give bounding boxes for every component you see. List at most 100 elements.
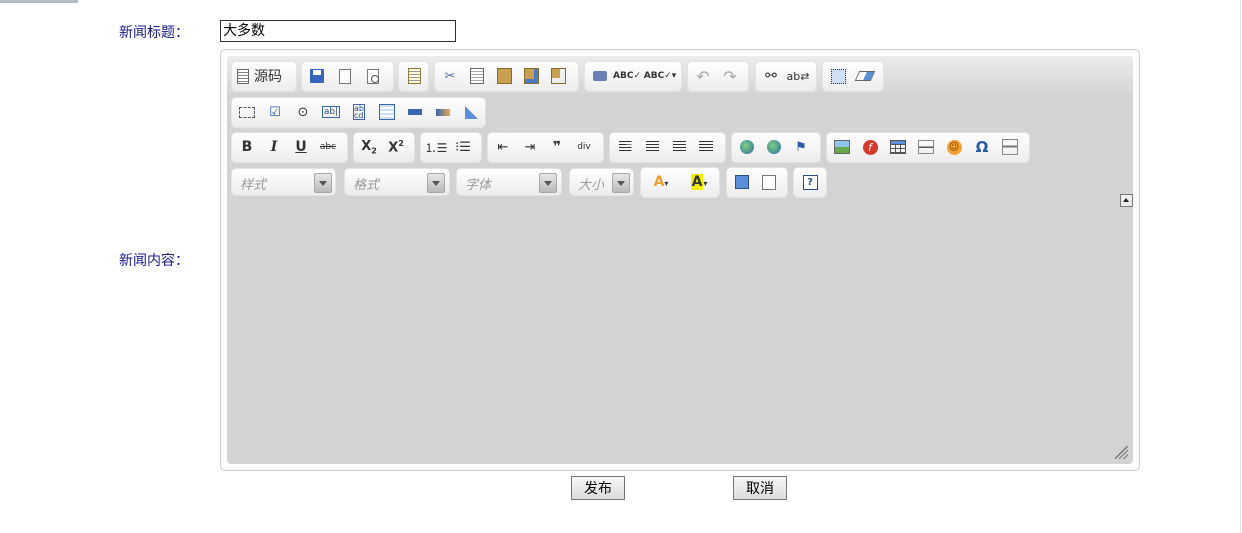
- select-all-icon: [830, 68, 846, 84]
- size-dropdown-arrow-icon: [612, 173, 630, 193]
- toolbar-group-find: ⚯ ab⇄: [756, 62, 816, 91]
- find-button[interactable]: ⚯: [760, 65, 782, 87]
- replace-button[interactable]: ab⇄: [787, 65, 810, 87]
- textarea-button[interactable]: ab cd: [348, 101, 370, 123]
- toolbar-group-forms: ☑ ⊙ ab| ab cd: [232, 98, 485, 127]
- size-combo[interactable]: 大小: [570, 169, 633, 195]
- news-content-label: 新闻内容：: [119, 253, 189, 269]
- image-button-field-button[interactable]: [432, 101, 454, 123]
- cancel-button[interactable]: 取消: [733, 476, 787, 500]
- align-right-button[interactable]: [668, 136, 690, 158]
- style-combo[interactable]: 样式: [232, 169, 335, 195]
- print-button[interactable]: [589, 65, 611, 87]
- flash-icon: f: [862, 139, 878, 155]
- image-button[interactable]: [831, 136, 853, 158]
- preview-icon: [367, 68, 379, 84]
- checkbox-button[interactable]: ☑: [264, 101, 286, 123]
- underline-button[interactable]: U: [290, 136, 312, 158]
- toolbar-group-align: [610, 133, 725, 162]
- undo-button[interactable]: ↶: [692, 65, 714, 87]
- format-combo-label: 格式: [353, 178, 380, 193]
- background-color-button[interactable]: A▾: [683, 171, 715, 193]
- flash-button[interactable]: f: [859, 136, 881, 158]
- maximize-button[interactable]: [731, 171, 753, 193]
- templates-icon: [407, 68, 421, 84]
- paste-text-icon: [523, 68, 539, 84]
- collapse-toolbar-button[interactable]: [1120, 194, 1133, 207]
- smiley-button[interactable]: ☺: [943, 136, 965, 158]
- new-page-button[interactable]: [334, 65, 356, 87]
- about-button[interactable]: ?: [799, 171, 821, 193]
- subscript-button[interactable]: X2: [358, 136, 380, 158]
- button-field-icon: [408, 109, 422, 115]
- radio-icon: ⊙: [297, 104, 309, 120]
- link-button[interactable]: [736, 136, 758, 158]
- resize-grip-icon[interactable]: [1115, 446, 1128, 459]
- copy-button[interactable]: [466, 65, 488, 87]
- table-button[interactable]: [887, 136, 909, 158]
- select-field-button[interactable]: [376, 101, 398, 123]
- strikethrough-button[interactable]: abc: [317, 136, 339, 158]
- news-title-input[interactable]: [220, 20, 456, 42]
- special-char-button[interactable]: Ω: [971, 136, 993, 158]
- toolbar-group-links: ⚑: [732, 133, 820, 162]
- font-combo[interactable]: 字体: [457, 169, 561, 195]
- cut-button[interactable]: ✂: [439, 65, 461, 87]
- publish-button[interactable]: 发布: [571, 476, 625, 500]
- show-blocks-button[interactable]: [758, 171, 780, 193]
- paste-word-button[interactable]: [547, 65, 569, 87]
- select-all-button[interactable]: [827, 65, 849, 87]
- text-color-button[interactable]: A▾: [645, 171, 677, 193]
- help-icon: ?: [802, 174, 818, 190]
- align-right-icon: [672, 141, 686, 153]
- format-combo[interactable]: 格式: [345, 169, 449, 195]
- checkbox-icon: ☑: [269, 104, 281, 120]
- align-left-button[interactable]: [614, 136, 636, 158]
- bulleted-list-button[interactable]: ⁝☰: [452, 136, 474, 158]
- toolbar-group-insert: f ☺ Ω: [827, 133, 1029, 162]
- paste-button[interactable]: [493, 65, 515, 87]
- font-combo-label: 字体: [465, 178, 492, 193]
- unlink-button[interactable]: [763, 136, 785, 158]
- save-button[interactable]: [306, 65, 328, 87]
- textarea-icon: ab cd: [353, 104, 365, 120]
- templates-button[interactable]: [403, 65, 425, 87]
- preview-button[interactable]: [362, 65, 384, 87]
- toolbar-group-tools: [727, 168, 787, 197]
- numbered-list-button[interactable]: ⒈☰: [424, 136, 448, 158]
- align-center-button[interactable]: [641, 136, 663, 158]
- toolbar-group-clipboard: ✂: [435, 62, 578, 91]
- paste-text-button[interactable]: [520, 65, 542, 87]
- horizontal-rule-button[interactable]: [915, 136, 937, 158]
- undo-icon: ↶: [696, 66, 710, 86]
- editor-body[interactable]: 源码 ✂ ABC✓ ABC✓▾ ↶ ↷ ⚯ ab⇄ ☑ ⊙ ab| ab cd …: [227, 56, 1133, 464]
- outdent-button[interactable]: ⇤: [492, 136, 514, 158]
- source-button[interactable]: 源码: [234, 65, 297, 87]
- blockquote-button[interactable]: ❞: [546, 136, 568, 158]
- radio-button[interactable]: ⊙: [292, 101, 314, 123]
- numbered-list-icon: ⒈☰: [424, 140, 448, 155]
- remove-format-button[interactable]: [854, 65, 876, 87]
- spellcheck-as-you-type-button[interactable]: ABC✓▾: [643, 65, 677, 87]
- text-field-button[interactable]: ab|: [320, 101, 342, 123]
- source-icon: [237, 68, 249, 84]
- align-justify-button[interactable]: [695, 136, 717, 158]
- form-button[interactable]: [236, 101, 258, 123]
- indent-button[interactable]: ⇥: [519, 136, 541, 158]
- new-page-icon: [339, 68, 351, 84]
- spellcheck-button[interactable]: ABC✓: [613, 65, 641, 87]
- page-break-button[interactable]: [999, 136, 1021, 158]
- italic-button[interactable]: I: [263, 136, 285, 158]
- button-field-button[interactable]: [404, 101, 426, 123]
- image-icon: [834, 140, 850, 154]
- superscript-button[interactable]: X2: [385, 136, 407, 158]
- anchor-button[interactable]: ⚑: [790, 136, 812, 158]
- form-icon: [239, 106, 255, 118]
- div-container-button[interactable]: div: [573, 136, 595, 158]
- redo-button[interactable]: ↷: [719, 65, 741, 87]
- hidden-field-icon: [464, 105, 478, 119]
- bold-button[interactable]: B: [236, 136, 258, 158]
- hidden-field-button[interactable]: [460, 101, 482, 123]
- text-color-icon: A▾: [653, 174, 669, 190]
- blockquote-icon: ❞: [552, 139, 562, 155]
